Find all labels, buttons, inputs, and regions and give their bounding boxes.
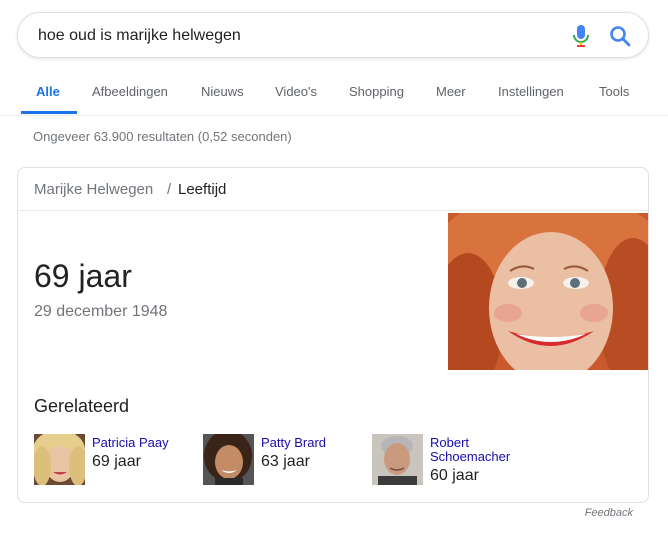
age-answer: 69 jaar	[34, 258, 132, 294]
related-name-line1[interactable]: Robert	[430, 436, 469, 450]
active-tab-indicator	[21, 111, 77, 114]
tab-nieuws[interactable]: Nieuws	[201, 84, 244, 99]
related-name[interactable]: Patty Brard	[261, 436, 326, 450]
result-stats: Ongeveer 63.900 resultaten (0,52 seconde…	[33, 129, 292, 144]
tab-shopping[interactable]: Shopping	[349, 84, 404, 99]
tab-instellingen[interactable]: Instellingen	[498, 84, 564, 99]
related-name-line2[interactable]: Schoemacher	[430, 450, 510, 464]
search-tabs: Alle Afbeeldingen Nieuws Video's Shoppin…	[0, 72, 668, 116]
related-age: 69 jaar	[92, 453, 141, 470]
related-age: 63 jaar	[261, 453, 310, 470]
related-item-patty-brard[interactable]: Patty Brard 63 jaar	[203, 434, 363, 488]
tab-meer[interactable]: Meer	[436, 84, 466, 99]
breadcrumb-separator: /	[167, 181, 172, 198]
tab-videos[interactable]: Video's	[275, 84, 317, 99]
search-box[interactable]	[17, 12, 649, 58]
tab-alle[interactable]: Alle	[36, 84, 60, 99]
related-thumb[interactable]	[34, 434, 85, 485]
related-name[interactable]: Patricia Paay	[92, 436, 169, 450]
feedback-link[interactable]: Feedback	[585, 507, 633, 519]
knowledge-card: Marijke Helwegen / Leeftijd 69 jaar 29 d…	[17, 167, 649, 503]
related-age: 60 jaar	[430, 467, 479, 484]
tab-afbeeldingen[interactable]: Afbeeldingen	[92, 84, 168, 99]
birth-date: 29 december 1948	[34, 303, 168, 320]
related-item-patricia-paay[interactable]: Patricia Paay 69 jaar	[34, 434, 194, 488]
related-heading: Gerelateerd	[34, 396, 130, 416]
breadcrumb-entity[interactable]: Marijke Helwegen	[34, 181, 153, 198]
mic-icon[interactable]	[571, 23, 591, 49]
tab-tools[interactable]: Tools	[599, 84, 629, 99]
related-thumb[interactable]	[372, 434, 423, 485]
related-item-robert-schoemacher[interactable]: Robert Schoemacher 60 jaar	[372, 434, 552, 488]
portrait-image[interactable]	[448, 213, 648, 370]
related-thumb[interactable]	[203, 434, 254, 485]
breadcrumb: Marijke Helwegen / Leeftijd	[18, 168, 648, 211]
search-icon[interactable]	[609, 25, 631, 47]
breadcrumb-attribute: Leeftijd	[178, 181, 227, 198]
search-input[interactable]	[38, 25, 538, 47]
